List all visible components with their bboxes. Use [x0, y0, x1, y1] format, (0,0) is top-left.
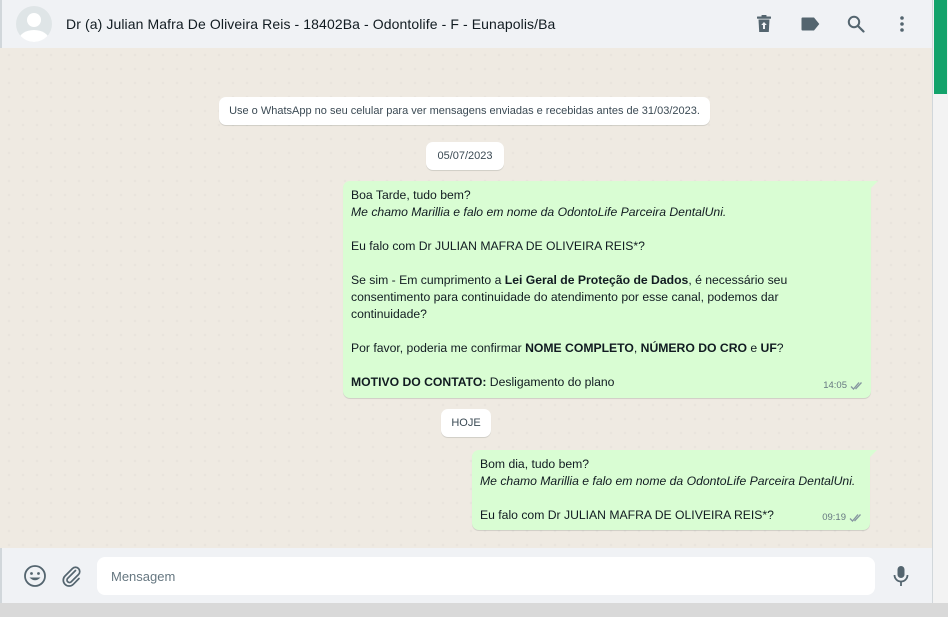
message-line: Boa Tarde, tudo bem?	[351, 188, 471, 202]
attach-icon[interactable]	[59, 563, 85, 589]
message-line: continuidade?	[351, 307, 427, 321]
scrollbar-thumb[interactable]	[934, 0, 947, 94]
menu-icon[interactable]	[890, 12, 914, 36]
date-divider: 05/07/2023	[426, 142, 504, 170]
message-time: 09:19	[822, 512, 846, 523]
whatsapp-window: Dr (a) Julian Mafra De Oliveira Reis - 1…	[0, 0, 932, 603]
message-line: MOTIVO DO CONTATO: Desligamento do plano	[351, 375, 615, 389]
avatar-body-shape	[19, 30, 49, 42]
message-line: Me chamo Marillia e falo em nome da Odon…	[480, 474, 856, 488]
encryption-notice: Use o WhatsApp no seu celular para ver m…	[219, 97, 710, 125]
avatar-head-shape	[27, 13, 41, 27]
emoji-icon[interactable]	[22, 563, 48, 589]
message-list[interactable]: Use o WhatsApp no seu celular para ver m…	[2, 48, 932, 548]
label-icon[interactable]	[798, 12, 822, 36]
message-line: Bom dia, tudo bem?	[480, 457, 590, 471]
message-input[interactable]	[97, 557, 875, 595]
archive-icon[interactable]	[752, 12, 776, 36]
message-line: Eu falo com Dr JULIAN MAFRA DE OLIVEIRA …	[480, 508, 774, 522]
message-line: Me chamo Marillia e falo em nome da Odon…	[351, 205, 727, 219]
search-icon[interactable]	[844, 12, 868, 36]
chat-header: Dr (a) Julian Mafra De Oliveira Reis - 1…	[0, 0, 932, 48]
message-line: Por favor, poderia me confirmar NOME COM…	[351, 341, 784, 355]
message-time: 14:05	[823, 380, 847, 391]
contact-name[interactable]: Dr (a) Julian Mafra De Oliveira Reis - 1…	[66, 16, 555, 32]
header-actions	[752, 0, 914, 48]
message-line: Eu falo com Dr JULIAN MAFRA DE OLIVEIRA …	[351, 239, 645, 253]
message-line: consentimento para continuidade do atend…	[351, 290, 779, 304]
outgoing-message[interactable]: Boa Tarde, tudo bem? Me chamo Marillia e…	[343, 181, 878, 398]
message-meta: 09:19	[822, 509, 864, 526]
double-check-icon	[850, 381, 862, 390]
outgoing-message[interactable]: Bom dia, tudo bem? Me chamo Marillia e f…	[472, 450, 877, 530]
date-divider: HOJE	[441, 409, 491, 437]
contact-avatar[interactable]	[16, 6, 52, 42]
message-line: Se sim - Em cumprimento a Lei Geral de P…	[351, 273, 788, 287]
double-check-icon	[849, 513, 861, 522]
message-meta: 14:05	[823, 377, 865, 394]
window-bottom-edge	[0, 603, 948, 617]
microphone-icon[interactable]	[888, 563, 914, 589]
scrollbar[interactable]	[933, 0, 948, 605]
composer-bar	[0, 548, 932, 603]
